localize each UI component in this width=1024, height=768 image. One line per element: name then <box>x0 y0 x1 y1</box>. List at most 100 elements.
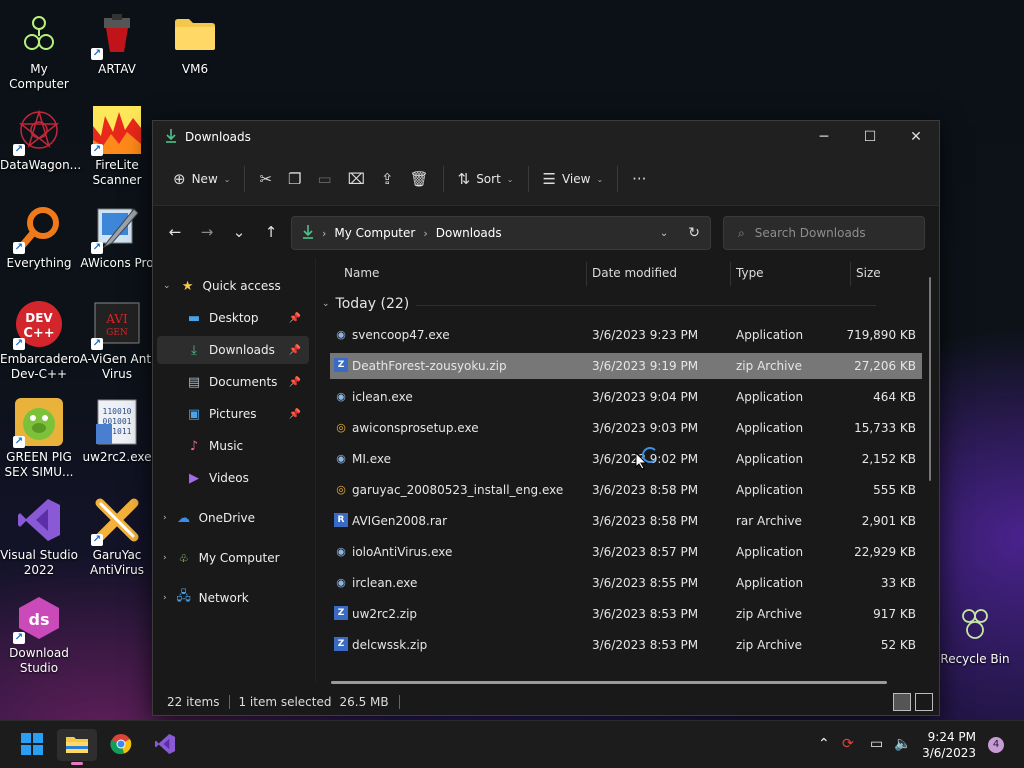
taskbar-visual-studio[interactable] <box>145 729 185 761</box>
column-header-size[interactable]: Size <box>856 266 881 280</box>
delete-button[interactable]: 🗑 <box>402 162 437 196</box>
speaker-icon[interactable]: 🔈 <box>894 736 911 752</box>
desktop-icon-garuyac[interactable]: ↗ GaruYac AntiVirus <box>78 496 156 578</box>
table-row[interactable]: Zdelcwssk.zip 3/6/2023 8:53 PM zip Archive… <box>330 632 922 658</box>
desktop-icon-datawagon[interactable]: ↗ DataWagon... <box>0 106 81 173</box>
search-box[interactable]: ⌕ Search Downloads <box>723 216 925 250</box>
nav-network[interactable]: › 🖧 Network <box>157 584 309 612</box>
nav-label: Network <box>198 591 249 605</box>
nav-label: OneDrive <box>198 511 256 525</box>
nav-item-videos[interactable]: ▶ Videos <box>157 464 309 492</box>
desktop-icon-awicons-pro[interactable]: ↗ AWicons Pro <box>78 204 156 271</box>
file-type: Application <box>736 576 804 590</box>
column-header-date[interactable]: Date modified <box>592 266 677 280</box>
table-row[interactable]: Zuw2rc2.zip 3/6/2023 8:53 PM zip Archive 91… <box>330 601 922 627</box>
copy-button[interactable]: ❐ <box>280 162 309 196</box>
nav-label: Pictures <box>209 407 257 421</box>
table-row[interactable]: ◎ awiconsprosetup.exe 3/6/2023 9:03 PM Appl… <box>330 415 922 441</box>
desktop-icon-everything[interactable]: ↗ Everything <box>0 204 78 271</box>
nav-item-pictures[interactable]: ▣ Pictures 📌 <box>157 400 309 428</box>
address-bar[interactable]: › My Computer › Downloads ⌄ ↻ <box>291 216 711 250</box>
desktop-icon-dev-cpp[interactable]: DEV C++ ↗ Embarcadero Dev-C++ <box>0 300 80 382</box>
clock[interactable]: 9:24 PM 3/6/2023 <box>922 729 976 761</box>
nav-my-computer[interactable]: › ♧ My Computer <box>157 544 309 572</box>
desktop-icon-visual-studio[interactable]: Visual Studio 2022 <box>0 496 78 578</box>
chevron-up-icon[interactable]: ⌃ <box>818 736 830 752</box>
desktop-icon-my-computer[interactable]: My Computer <box>0 10 78 92</box>
desktop-icon-green-pig[interactable]: ↗ GREEN PIG SEX SIMU... <box>0 398 78 480</box>
column-header-name[interactable]: Name <box>344 266 379 280</box>
back-button[interactable]: ← <box>159 223 191 241</box>
desktop-icon-avigen[interactable]: AVI GEN ↗ A-ViGen Anti Virus <box>78 300 156 382</box>
desktop-icon-label: uw2rc2.exe <box>82 450 152 464</box>
taskbar-chrome[interactable] <box>101 729 141 761</box>
sort-label: Sort <box>476 172 501 186</box>
pin-icon: 📌 <box>288 408 301 420</box>
desktop-icon-recycle-bin[interactable]: Recycle Bin <box>936 600 1014 667</box>
table-row[interactable]: ◉ iclean.exe 3/6/2023 9:04 PM Application 46… <box>330 384 922 410</box>
details-view-button[interactable] <box>893 693 911 711</box>
close-button[interactable]: ✕ <box>893 121 939 153</box>
column-divider[interactable] <box>850 262 851 286</box>
column-divider[interactable] <box>730 262 731 286</box>
desktop-icon: ▬ <box>187 310 201 326</box>
recent-locations-button[interactable]: ⌄ <box>223 223 255 241</box>
pin-icon: 📌 <box>288 344 301 356</box>
nav-quick-access[interactable]: ⌄ ★ Quick access <box>157 272 309 300</box>
maximize-button[interactable]: ☐ <box>847 121 893 153</box>
more-options-button[interactable]: ··· <box>624 162 654 196</box>
table-row[interactable]: ◎ garuyac_20080523_install_eng.exe 3/6/202… <box>330 477 922 503</box>
desktop-icon-uw2rc2[interactable]: 110010 001001 101011 uw2rc2.exe <box>78 398 156 465</box>
nav-item-desktop[interactable]: ▬ Desktop 📌 <box>157 304 309 332</box>
up-button[interactable]: ↑ <box>255 223 287 241</box>
horizontal-scrollbar[interactable] <box>331 681 887 684</box>
breadcrumb-separator-icon: › <box>322 226 327 240</box>
title-bar: Downloads ─ ☐ ✕ <box>153 121 939 153</box>
notification-badge[interactable]: 4 <box>988 737 1004 753</box>
nav-item-documents[interactable]: ▤ Documents 📌 <box>157 368 309 396</box>
view-button[interactable]: ☰ View ⌄ <box>535 162 612 196</box>
desktop-icon-artav[interactable]: ↗ ARTAV <box>78 10 156 77</box>
group-divider <box>416 305 876 306</box>
nav-item-music[interactable]: ♪ Music <box>157 432 309 460</box>
breadcrumb-downloads[interactable]: Downloads <box>436 226 502 240</box>
nav-onedrive[interactable]: › ☁ OneDrive <box>157 504 309 532</box>
taskbar-file-explorer[interactable] <box>57 729 97 765</box>
table-row[interactable]: R AVIGen2008.rar 3/6/2023 8:58 PM rar Archi… <box>330 508 922 534</box>
sync-icon[interactable]: ⟳ <box>842 736 854 752</box>
table-row[interactable]: ◉ irclean.exe 3/6/2023 8:55 PM Application 3… <box>330 570 922 596</box>
picture-icon: ▣ <box>187 406 201 422</box>
address-dropdown-icon[interactable]: ⌄ <box>660 228 668 239</box>
column-header-type[interactable]: Type <box>736 266 764 280</box>
group-header-today[interactable]: ⌄ Today (22) <box>322 296 409 312</box>
desktop-icon-vm6[interactable]: VM6 <box>156 10 234 77</box>
share-button[interactable]: ⇪ <box>373 162 402 196</box>
file-date: 3/6/2023 9:04 PM <box>592 390 699 404</box>
table-row[interactable]: ◉ ioloAntiVirus.exe 3/6/2023 8:57 PM Applic… <box>330 539 922 565</box>
file-name: irclean.exe <box>352 576 418 590</box>
nav-item-downloads[interactable]: ⤓ Downloads 📌 <box>157 336 309 364</box>
trash-icon: 🗑 <box>409 170 429 188</box>
forward-button[interactable]: → <box>191 223 223 241</box>
table-row[interactable]: ◉ svencoop47.exe 3/6/2023 9:23 PM Applicati… <box>330 322 922 348</box>
cut-button[interactable]: ✂ <box>251 162 280 196</box>
table-row[interactable]: Z DeathForest-zousyoku.zip 3/6/2023 9:19 P… <box>330 353 922 379</box>
shortcut-arrow-icon: ↗ <box>91 338 103 350</box>
start-button[interactable] <box>12 729 52 761</box>
column-divider[interactable] <box>586 262 587 286</box>
minimize-button[interactable]: ─ <box>801 121 847 153</box>
vertical-scrollbar[interactable] <box>929 277 931 481</box>
desktop-icon-firelite-scanner[interactable]: ↗ FireLite Scanner <box>78 106 156 188</box>
rename-button[interactable]: ⌧ <box>340 162 373 196</box>
sort-button[interactable]: ⇅ Sort ⌄ <box>450 162 522 196</box>
new-button[interactable]: ⊕ New ⌄ <box>165 162 238 196</box>
file-date: 3/6/2023 8:57 PM <box>592 545 699 559</box>
breadcrumb-my-computer[interactable]: My Computer <box>334 226 415 240</box>
paste-button[interactable]: ▭ <box>310 162 340 196</box>
table-row[interactable]: ◉ MI.exe 3/6/2023 9:02 PM Application 2,152 … <box>330 446 922 472</box>
desktop-icon-download-studio[interactable]: ds ↗ Download Studio <box>0 594 78 676</box>
desktop-icon-label: A-ViGen Anti Virus <box>79 352 155 381</box>
network-monitor-icon[interactable]: ▭ <box>870 736 883 752</box>
refresh-icon[interactable]: ↻ <box>688 225 700 241</box>
tiles-view-button[interactable] <box>915 693 933 711</box>
